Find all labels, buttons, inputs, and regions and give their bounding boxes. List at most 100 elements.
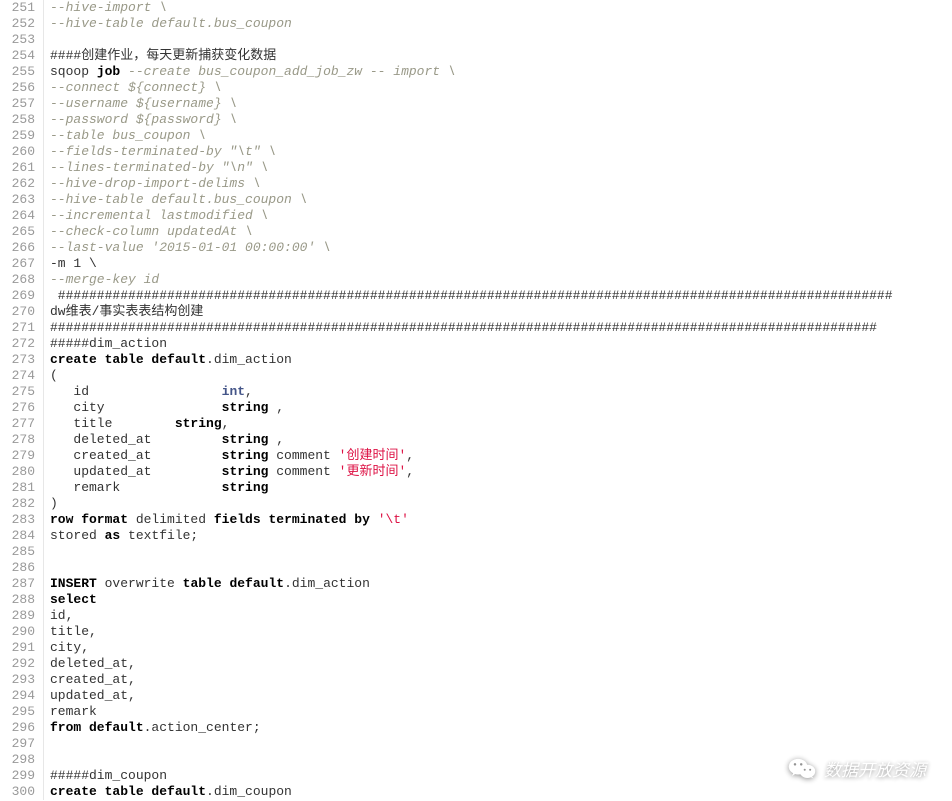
line-number: 254 [6,48,35,64]
code-editor: 2512522532542552562572582592602612622632… [0,0,952,800]
line-number: 282 [6,496,35,512]
line-number: 268 [6,272,35,288]
line-number: 266 [6,240,35,256]
line-number: 300 [6,784,35,800]
line-number: 293 [6,672,35,688]
line-number: 263 [6,192,35,208]
line-number: 283 [6,512,35,528]
line-number: 251 [6,0,35,16]
code-line: --password ${password} \ [50,112,952,128]
line-number: 276 [6,400,35,416]
code-line: #####dim_action [50,336,952,352]
code-line: -m 1 \ [50,256,952,272]
line-number: 289 [6,608,35,624]
code-line: ####创建作业，每天更新捕获变化数据 [50,48,952,64]
code-line: ( [50,368,952,384]
code-line: remark [50,704,952,720]
line-number: 292 [6,656,35,672]
line-number: 257 [6,96,35,112]
line-number: 265 [6,224,35,240]
line-number: 275 [6,384,35,400]
line-number: 284 [6,528,35,544]
code-line: --hive-drop-import-delims \ [50,176,952,192]
code-line: sqoop job --create bus_coupon_add_job_zw… [50,64,952,80]
code-line: ########################################… [50,320,952,336]
code-line [50,32,952,48]
code-line: stored as textfile; [50,528,952,544]
line-number: 278 [6,432,35,448]
code-line: from default.action_center; [50,720,952,736]
code-line: title string, [50,416,952,432]
line-number: 288 [6,592,35,608]
line-number: 286 [6,560,35,576]
line-number: 272 [6,336,35,352]
code-line: --username ${username} \ [50,96,952,112]
line-number: 295 [6,704,35,720]
line-number: 279 [6,448,35,464]
code-line: --last-value '2015-01-01 00:00:00' \ [50,240,952,256]
code-line: ########################################… [50,288,952,304]
code-line: city string , [50,400,952,416]
line-number: 256 [6,80,35,96]
line-number: 264 [6,208,35,224]
line-number: 277 [6,416,35,432]
code-line: id, [50,608,952,624]
code-line: row format delimited fields terminated b… [50,512,952,528]
code-line: updated_at, [50,688,952,704]
code-line: select [50,592,952,608]
line-number: 267 [6,256,35,272]
code-line: created_at string comment '创建时间', [50,448,952,464]
line-number: 260 [6,144,35,160]
code-line: city, [50,640,952,656]
line-number: 298 [6,752,35,768]
code-line: title, [50,624,952,640]
line-number-gutter: 2512522532542552562572582592602612622632… [0,0,44,800]
line-number: 271 [6,320,35,336]
code-line: dw维表/事实表表结构创建 [50,304,952,320]
code-line: --merge-key id [50,272,952,288]
line-number: 258 [6,112,35,128]
code-line: create table default.dim_action [50,352,952,368]
line-number: 296 [6,720,35,736]
code-line: --hive-table default.bus_coupon [50,16,952,32]
line-number: 273 [6,352,35,368]
code-line: --lines-terminated-by "\n" \ [50,160,952,176]
line-number: 280 [6,464,35,480]
code-line: deleted_at, [50,656,952,672]
watermark-text: 数据开放资源 [824,756,926,781]
line-number: 255 [6,64,35,80]
line-number: 285 [6,544,35,560]
line-number: 269 [6,288,35,304]
code-line: --incremental lastmodified \ [50,208,952,224]
line-number: 252 [6,16,35,32]
code-line [50,544,952,560]
code-line: --hive-table default.bus_coupon \ [50,192,952,208]
wechat-icon [788,757,816,781]
line-number: 274 [6,368,35,384]
line-number: 290 [6,624,35,640]
line-number: 262 [6,176,35,192]
code-line: updated_at string comment '更新时间', [50,464,952,480]
line-number: 261 [6,160,35,176]
code-line [50,736,952,752]
code-line: --fields-terminated-by "\t" \ [50,144,952,160]
code-area: --hive-import \--hive-table default.bus_… [44,0,952,800]
code-line: --check-column updatedAt \ [50,224,952,240]
code-line: --table bus_coupon \ [50,128,952,144]
code-line: id int, [50,384,952,400]
line-number: 294 [6,688,35,704]
code-line: ) [50,496,952,512]
line-number: 259 [6,128,35,144]
code-line: --hive-import \ [50,0,952,16]
code-line: created_at, [50,672,952,688]
code-line: --connect ${connect} \ [50,80,952,96]
line-number: 297 [6,736,35,752]
code-line: remark string [50,480,952,496]
line-number: 287 [6,576,35,592]
code-line: create table default.dim_coupon [50,784,952,800]
code-line [50,560,952,576]
line-number: 291 [6,640,35,656]
line-number: 270 [6,304,35,320]
line-number: 253 [6,32,35,48]
watermark: 数据开放资源 [788,756,926,781]
